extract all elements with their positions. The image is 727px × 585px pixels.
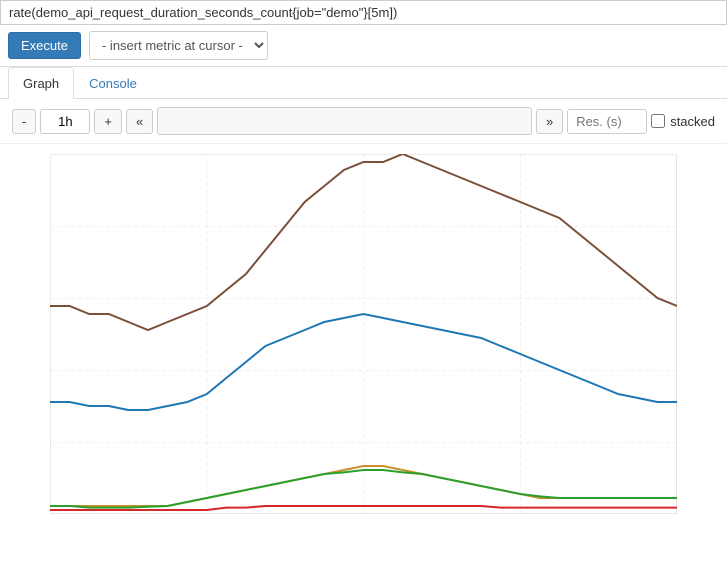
metric-select[interactable]: - insert metric at cursor -	[89, 31, 268, 60]
resolution-input[interactable]	[567, 109, 647, 134]
zoom-in-button[interactable]: +	[94, 109, 122, 134]
graph-controls: - 1h + « » stacked	[0, 99, 727, 144]
tab-console[interactable]: Console	[74, 67, 152, 99]
toolbar: Execute - insert metric at cursor -	[0, 25, 727, 67]
zoom-out-button[interactable]: -	[12, 109, 36, 134]
query-text: rate(demo_api_request_duration_seconds_c…	[9, 5, 397, 20]
tab-graph[interactable]: Graph	[8, 67, 74, 99]
execute-button[interactable]: Execute	[8, 32, 81, 59]
stacked-checkbox[interactable]	[651, 114, 665, 128]
time-range-display: 1h	[40, 109, 90, 134]
stacked-label: stacked	[651, 114, 715, 129]
tabs: Graph Console	[0, 67, 727, 99]
chart-svg: 10 20 30 40 17:00 17:15 17:30 17:45	[50, 154, 677, 514]
query-bar[interactable]: rate(demo_api_request_duration_seconds_c…	[0, 0, 727, 25]
forward-button[interactable]: »	[536, 109, 563, 134]
chart-area: 10 20 30 40 17:00 17:15 17:30 17:45	[0, 144, 727, 544]
back-button[interactable]: «	[126, 109, 153, 134]
stacked-text: stacked	[670, 114, 715, 129]
range-bar	[157, 107, 532, 135]
